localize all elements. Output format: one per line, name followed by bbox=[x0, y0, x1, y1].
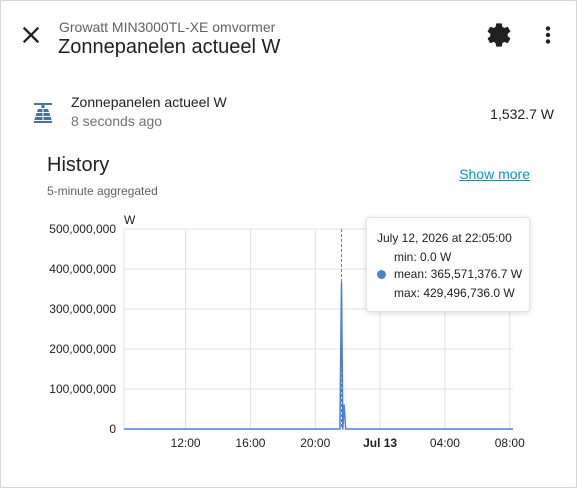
dialog-header: Growatt MIN3000TL-XE omvormer Zonnepanel… bbox=[1, 1, 576, 65]
tooltip-date: July 12, 2026 at 22:05:00 bbox=[377, 231, 512, 245]
y-tick-label: 400,000,000 bbox=[49, 262, 116, 276]
y-axis-unit-label: W bbox=[124, 213, 136, 227]
x-tick-label: 04:00 bbox=[430, 436, 460, 450]
page-title: Zonnepanelen actueel W bbox=[58, 36, 281, 58]
history-title: History bbox=[47, 154, 110, 176]
y-tick-label: 100,000,000 bbox=[49, 382, 116, 396]
x-tick-label: 08:00 bbox=[495, 436, 525, 450]
entity-last-changed: 8 seconds ago bbox=[71, 113, 163, 129]
solar-panel-icon bbox=[29, 99, 57, 127]
settings-button[interactable] bbox=[485, 21, 513, 49]
x-tick-label: Jul 13 bbox=[363, 436, 397, 450]
x-tick-label: 12:00 bbox=[171, 436, 201, 450]
more-options-button[interactable] bbox=[534, 21, 562, 49]
more-info-dialog: Growatt MIN3000TL-XE omvormer Zonnepanel… bbox=[0, 0, 577, 488]
history-subtitle: 5-minute aggregated bbox=[47, 184, 158, 198]
close-icon bbox=[22, 26, 40, 44]
tooltip-min: min: 0.0 W bbox=[394, 250, 452, 264]
y-tick-label: 200,000,000 bbox=[49, 342, 116, 356]
device-name: Growatt MIN3000TL-XE omvormer bbox=[59, 19, 276, 35]
show-more-link[interactable]: Show more bbox=[459, 166, 530, 182]
x-tick-label: 20:00 bbox=[300, 436, 330, 450]
y-tick-label: 300,000,000 bbox=[49, 302, 116, 316]
x-tick-label: 16:00 bbox=[235, 436, 265, 450]
y-tick-label: 500,000,000 bbox=[49, 222, 116, 236]
tooltip-max: max: 429,496,736.0 W bbox=[394, 286, 515, 300]
more-vert-icon bbox=[545, 26, 551, 44]
entity-state-row: Zonnepanelen actueel W 8 seconds ago 1,5… bbox=[1, 85, 576, 141]
y-tick-label: 0 bbox=[109, 422, 116, 436]
series-marker-icon bbox=[377, 270, 386, 279]
tooltip-mean: mean: 365,571,376.7 W bbox=[394, 267, 523, 281]
gear-icon bbox=[487, 23, 511, 47]
entity-name: Zonnepanelen actueel W bbox=[71, 94, 227, 110]
close-button[interactable] bbox=[15, 19, 47, 51]
entity-value: 1,532.7 W bbox=[490, 106, 554, 122]
chart-tooltip: July 12, 2026 at 22:05:00 min: 0.0 W mea… bbox=[366, 217, 530, 312]
